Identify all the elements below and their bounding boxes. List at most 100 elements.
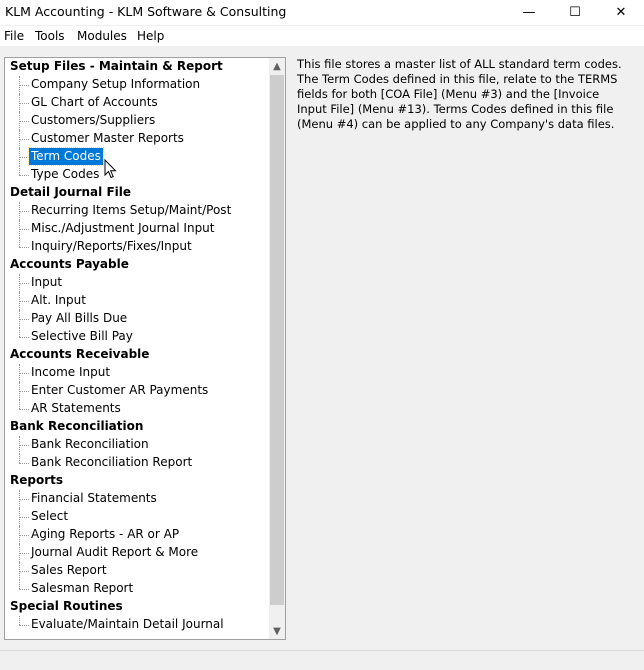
tree-item[interactable]: Bank Reconciliation Report [5,454,269,472]
tree-item[interactable]: Type Codes [5,166,269,184]
tree-connector [19,400,20,409]
menu-modules[interactable]: Modules [77,29,127,43]
tree-connector [19,157,29,158]
tree-item-label: Alt. Input [31,293,86,307]
tree-item[interactable]: Salesman Report [5,580,269,598]
tree-connector [19,616,20,625]
tree-item[interactable]: Bank Reconciliation [5,436,269,454]
menu-bar: File Tools Modules Help [0,26,644,46]
tree-connector [19,166,20,175]
tree-category[interactable]: Detail Journal File [5,184,274,202]
tree-category[interactable]: Special Routines [5,598,274,616]
tree-connector [19,409,29,410]
tree-connector [19,319,29,320]
tree-item-label: Salesman Report [31,581,134,595]
tree-item-label: Bank Reconciliation [31,437,149,451]
tree-connector [19,445,29,446]
tree-category[interactable]: Reports [5,472,274,490]
tree-item-label: Aging Reports - AR or AP [31,527,180,541]
tree-item[interactable]: Recurring Items Setup/Maint/Post [5,202,269,220]
chevron-down-icon: ▼ [273,625,281,637]
tree-connector [19,229,29,230]
navigation-tree[interactable]: Setup Files - Maintain & Report Company S… [4,57,286,640]
mouse-pointer-icon [104,158,118,183]
tree-item-label: Sales Report [31,563,107,577]
tree-connector [19,499,29,500]
tree-item[interactable]: Alt. Input [5,292,269,310]
menu-help[interactable]: Help [137,29,164,43]
tree-item-label: Term Codes [28,147,104,166]
tree-item-label: Income Input [31,365,111,379]
scroll-thumb[interactable] [270,75,284,605]
tree-item-label: Misc./Adjustment Journal Input [31,221,215,235]
tree-item-label: Journal Audit Report & More [31,545,199,559]
tree-item-label: Bank Reconciliation Report [31,455,193,469]
vertical-scrollbar[interactable]: ▲ ▼ [269,58,285,639]
tree-item[interactable]: Journal Audit Report & More [5,544,269,562]
tree-item[interactable]: Enter Customer AR Payments [5,382,269,400]
tree-item-label: Enter Customer AR Payments [31,383,209,397]
tree-item[interactable]: Input [5,274,269,292]
tree-item-label: AR Statements [31,401,121,415]
close-icon: ✕ [615,5,627,20]
tree-item-label: Input [31,275,63,289]
tree-item-label: Selective Bill Pay [31,329,133,343]
tree-item-label: Inquiry/Reports/Fixes/Input [31,239,192,253]
tree-item[interactable]: Financial Statements [5,490,269,508]
minimize-icon: — [522,5,536,20]
description-text: This file stores a master list of ALL st… [297,57,622,131]
tree-connector [19,373,29,374]
tree-connector [19,121,29,122]
tree-category[interactable]: Accounts Receivable [5,346,274,364]
tree-category[interactable]: Accounts Payable [5,256,274,274]
tree-connector [19,517,29,518]
title-bar: KLM Accounting - KLM Software & Consulti… [0,0,644,25]
tree-item-label: Evaluate/Maintain Detail Journal [31,617,224,631]
tree-connector [19,103,29,104]
tree-item-label: Financial Statements [31,491,157,505]
tree-item[interactable]: Misc./Adjustment Journal Input [5,220,269,238]
tree-item-label: Pay All Bills Due [31,311,128,325]
menu-tools[interactable]: Tools [35,29,65,43]
tree-connector [19,85,29,86]
tree-connector [19,553,29,554]
maximize-icon: ☐ [569,5,581,20]
tree-item[interactable]: Select [5,508,269,526]
close-button[interactable]: ✕ [598,0,644,25]
tree-category[interactable]: Bank Reconciliation [5,418,274,436]
tree-category[interactable]: Setup Files - Maintain & Report [5,58,274,76]
tree-connector [19,175,29,176]
chevron-up-icon: ▲ [273,60,281,72]
tree-item-label: Customer Master Reports [31,131,184,145]
tree-connector [19,625,29,626]
tree-item[interactable]: Selective Bill Pay [5,328,269,346]
tree-connector [19,580,20,589]
tree-item[interactable]: Sales Report [5,562,269,580]
tree-item[interactable]: Aging Reports - AR or AP [5,526,269,544]
menu-file[interactable]: File [4,29,24,43]
tree-item[interactable]: Evaluate/Maintain Detail Journal [5,616,269,634]
tree-connector [19,238,20,247]
tree-item-label: Recurring Items Setup/Maint/Post [31,203,232,217]
tree-item-label: GL Chart of Accounts [31,95,158,109]
tree-item[interactable]: Pay All Bills Due [5,310,269,328]
tree-connector [19,301,29,302]
tree-item[interactable]: Customer Master Reports [5,130,269,148]
tree-item[interactable]: GL Chart of Accounts [5,94,269,112]
tree-item[interactable]: Term Codes [5,147,269,166]
scroll-up-button[interactable]: ▲ [269,58,285,74]
tree-item[interactable]: Inquiry/Reports/Fixes/Input [5,238,269,256]
tree-item-label: Type Codes [31,167,100,181]
status-bar [0,650,644,670]
tree-item[interactable]: Income Input [5,364,269,382]
tree-connector [19,571,29,572]
tree-connector [19,328,20,337]
maximize-button[interactable]: ☐ [552,0,598,25]
minimize-button[interactable]: — [506,0,552,25]
tree-item[interactable]: AR Statements [5,400,269,418]
scroll-down-button[interactable]: ▼ [269,623,285,639]
tree-item-label: Select [31,509,69,523]
tree-connector [19,139,29,140]
tree-item[interactable]: Customers/Suppliers [5,112,269,130]
tree-item[interactable]: Company Setup Information [5,76,269,94]
